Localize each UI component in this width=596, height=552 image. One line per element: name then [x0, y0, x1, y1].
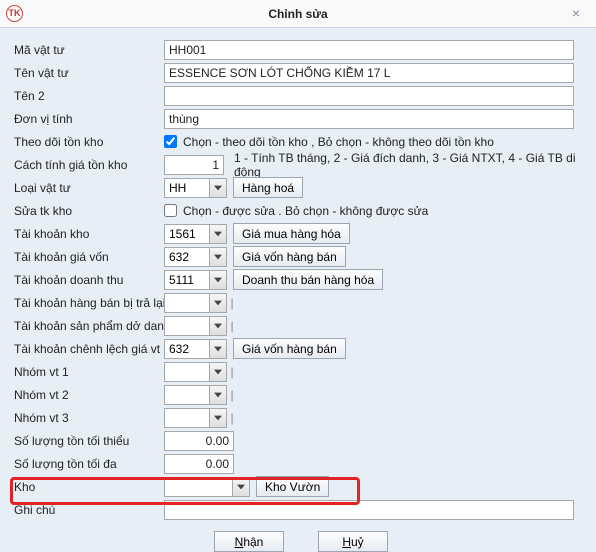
- tk-sp-do-dang-value[interactable]: [164, 316, 209, 336]
- chevron-down-icon[interactable]: [209, 362, 227, 382]
- cach-tinh-input[interactable]: [164, 155, 224, 175]
- label-nhom-vt-2: Nhóm vt 2: [14, 388, 164, 402]
- gia-mua-hang-hoa-button[interactable]: Giá mua hàng hóa: [233, 223, 350, 244]
- label-tai-khoan-doanh-thu: Tài khoản doanh thu: [14, 273, 164, 287]
- kho-vuon-button[interactable]: Kho Vườn: [256, 476, 329, 497]
- label-ghi-chu: Ghi chú: [14, 503, 164, 517]
- window-title: Chỉnh sửa: [268, 7, 327, 21]
- kho-combo[interactable]: [164, 477, 250, 497]
- label-sl-ton-toi-thieu: Số lượng tồn tối thiểu: [14, 434, 164, 448]
- ten-vat-tu-input[interactable]: [164, 63, 574, 83]
- chevron-down-icon[interactable]: [232, 477, 250, 497]
- sl-ton-toi-da-input[interactable]: [164, 454, 234, 474]
- footer: Nhận Huỷ: [14, 521, 582, 552]
- tk-hang-ban-tra-lai-value[interactable]: [164, 293, 209, 313]
- app-icon: TK: [6, 5, 23, 22]
- label-don-vi-tinh: Đơn vị tính: [14, 112, 164, 126]
- sua-tk-kho-text: Chọn - được sửa . Bỏ chọn - không được s…: [183, 204, 428, 218]
- sua-tk-kho-checkbox[interactable]: [164, 204, 177, 217]
- label-cach-tinh: Cách tính giá tồn kho: [14, 158, 164, 172]
- cach-tinh-text: 1 - Tính TB tháng, 2 - Giá đích danh, 3 …: [234, 151, 582, 179]
- label-sl-ton-toi-da: Số lượng tồn tối đa: [14, 457, 164, 471]
- label-nhom-vt-1: Nhóm vt 1: [14, 365, 164, 379]
- label-ten-vat-tu: Tên vật tư: [14, 66, 164, 80]
- nhom-vt-2-combo[interactable]: [164, 385, 227, 405]
- huy-button[interactable]: Huỷ: [318, 531, 388, 552]
- title-bar: TK Chỉnh sửa ×: [0, 0, 596, 28]
- label-tai-khoan-gia-von: Tài khoản giá vốn: [14, 250, 164, 264]
- label-ma-vat-tu: Mã vật tư: [14, 43, 164, 57]
- nhom-vt-2-value[interactable]: [164, 385, 209, 405]
- theo-doi-ton-kho-checkbox[interactable]: [164, 135, 177, 148]
- nhom-vt-3-value[interactable]: [164, 408, 209, 428]
- label-theo-doi-ton-kho: Theo dõi tồn kho: [14, 135, 164, 149]
- nhom-vt-1-value[interactable]: [164, 362, 209, 382]
- gia-von-hang-ban-button[interactable]: Giá vốn hàng bán: [233, 246, 346, 267]
- label-tk-hang-ban-tra-lai: Tài khoản hàng bán bị trả lại: [14, 296, 164, 310]
- label-tk-chenh-lech-gia-vt: Tài khoản chênh lệch giá vt: [14, 342, 164, 356]
- pipe: |: [229, 319, 235, 333]
- loai-vat-tu-button[interactable]: Hàng hoá: [233, 177, 303, 198]
- chevron-down-icon[interactable]: [209, 385, 227, 405]
- chevron-down-icon[interactable]: [209, 270, 227, 290]
- label-tk-sp-do-dang: Tài khoản sản phẩm dở dang: [14, 319, 164, 333]
- chevron-down-icon[interactable]: [209, 293, 227, 313]
- loai-vat-tu-value[interactable]: [164, 178, 209, 198]
- tk-hang-ban-tra-lai-combo[interactable]: [164, 293, 227, 313]
- tk-chenh-lech-gia-vt-value[interactable]: [164, 339, 209, 359]
- ten-2-input[interactable]: [164, 86, 574, 106]
- label-sua-tk-kho: Sửa tk kho: [14, 204, 164, 218]
- pipe: |: [229, 388, 235, 402]
- chevron-down-icon[interactable]: [209, 408, 227, 428]
- theo-doi-ton-kho-text: Chọn - theo dõi tồn kho , Bỏ chọn - khôn…: [183, 135, 494, 149]
- doanh-thu-ban-hang-hoa-button[interactable]: Doanh thu bán hàng hóa: [233, 269, 383, 290]
- nhan-button[interactable]: Nhận: [214, 531, 284, 552]
- tai-khoan-doanh-thu-value[interactable]: [164, 270, 209, 290]
- pipe: |: [229, 411, 235, 425]
- label-ten-2: Tên 2: [14, 89, 164, 103]
- don-vi-tinh-input[interactable]: [164, 109, 574, 129]
- ghi-chu-input[interactable]: [164, 500, 574, 520]
- gia-von-hang-ban-button-2[interactable]: Giá vốn hàng bán: [233, 338, 346, 359]
- ma-vat-tu-input[interactable]: [164, 40, 574, 60]
- nhom-vt-3-combo[interactable]: [164, 408, 227, 428]
- tai-khoan-kho-value[interactable]: [164, 224, 209, 244]
- form-body: Mã vật tư Tên vật tư Tên 2 Đơn vị tính T…: [0, 28, 596, 552]
- close-button[interactable]: ×: [556, 0, 596, 28]
- chevron-down-icon[interactable]: [209, 316, 227, 336]
- label-loai-vat-tu: Loại vật tư: [14, 181, 164, 195]
- chevron-down-icon[interactable]: [209, 339, 227, 359]
- kho-value[interactable]: [164, 477, 232, 497]
- label-nhom-vt-3: Nhóm vt 3: [14, 411, 164, 425]
- tai-khoan-doanh-thu-combo[interactable]: [164, 270, 227, 290]
- pipe: |: [229, 296, 235, 310]
- label-tai-khoan-kho: Tài khoản kho: [14, 227, 164, 241]
- pipe: |: [229, 365, 235, 379]
- nhom-vt-1-combo[interactable]: [164, 362, 227, 382]
- tk-sp-do-dang-combo[interactable]: [164, 316, 227, 336]
- tai-khoan-gia-von-value[interactable]: [164, 247, 209, 267]
- label-kho: Kho: [14, 480, 164, 494]
- tk-chenh-lech-gia-vt-combo[interactable]: [164, 339, 227, 359]
- chevron-down-icon[interactable]: [209, 247, 227, 267]
- sl-ton-toi-thieu-input[interactable]: [164, 431, 234, 451]
- tai-khoan-gia-von-combo[interactable]: [164, 247, 227, 267]
- chevron-down-icon[interactable]: [209, 224, 227, 244]
- chevron-down-icon[interactable]: [209, 178, 227, 198]
- tai-khoan-kho-combo[interactable]: [164, 224, 227, 244]
- loai-vat-tu-combo[interactable]: [164, 178, 227, 198]
